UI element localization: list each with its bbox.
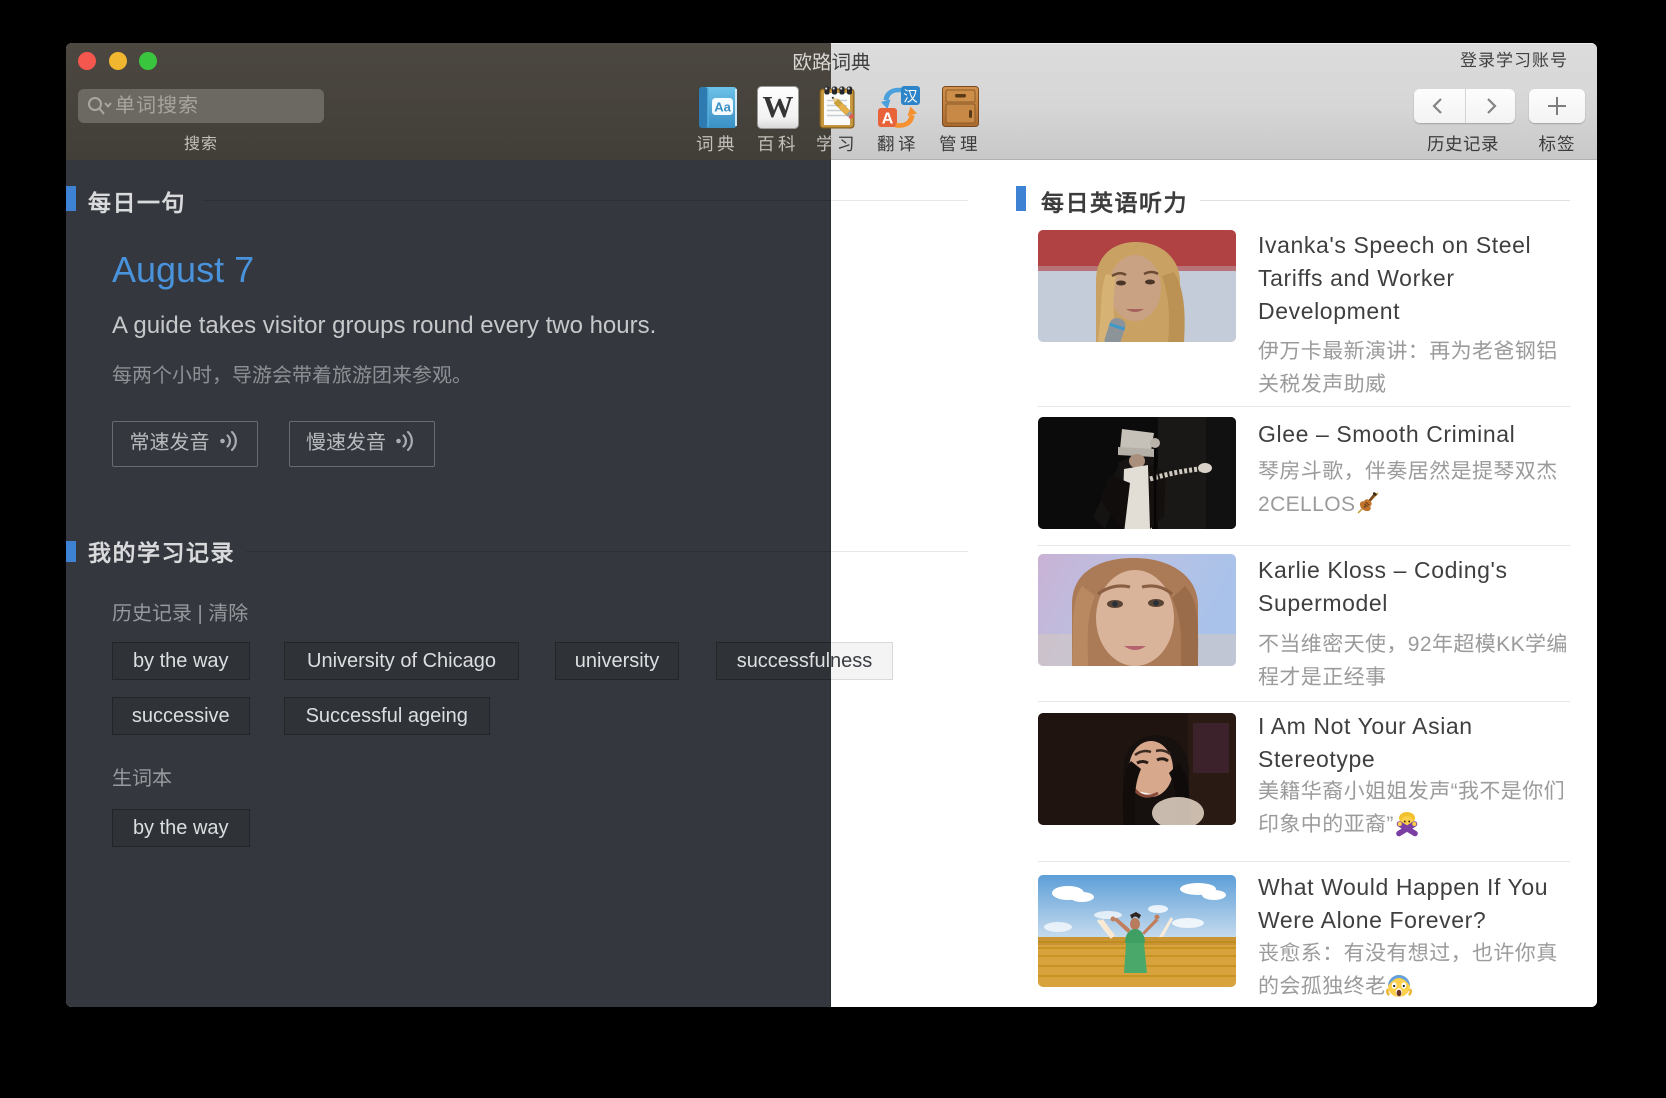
svg-text:W: W xyxy=(763,89,794,124)
svg-text:A: A xyxy=(882,111,894,128)
svg-text:Aa: Aa xyxy=(714,100,731,115)
svg-text:汉: 汉 xyxy=(903,86,918,107)
